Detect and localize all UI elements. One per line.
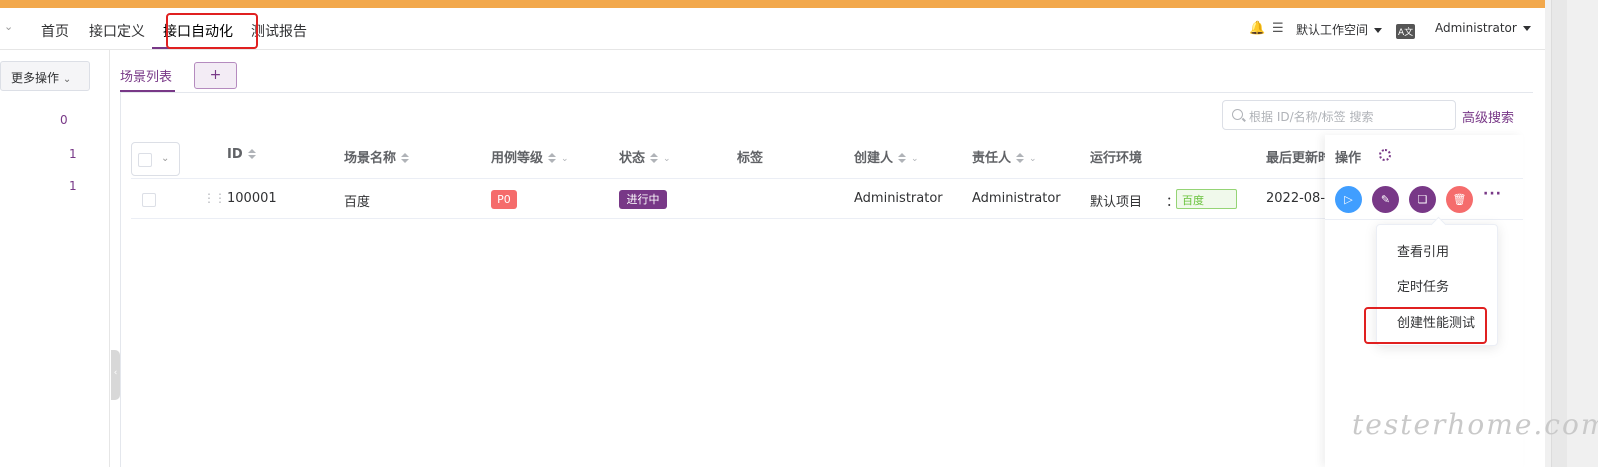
select-all-dropdown[interactable]: ⌄ (131, 142, 180, 176)
chevron-down-icon: ⌄ (161, 153, 170, 164)
right-scrollbar[interactable] (1545, 0, 1598, 467)
bell-icon[interactable]: 🔔 (1249, 21, 1265, 36)
tab-scene-list[interactable]: 场景列表 (120, 66, 172, 85)
cell-env-project: 默认项目 (1090, 195, 1143, 210)
watermark-text: testerhome.com (1352, 408, 1598, 441)
search-placeholder: 根据 ID/名称/标签 搜索 (1249, 110, 1374, 124)
copy-icon: ❏ (1417, 193, 1428, 206)
copy-button[interactable]: ❏ (1409, 186, 1436, 213)
col-header-status: 状态 ⌄ (619, 147, 671, 166)
col-header-creator-label: 创建人 (854, 151, 894, 166)
ops-header-divider (1325, 178, 1523, 179)
table-row-divider (131, 218, 1331, 219)
module-count: 1 (69, 179, 77, 193)
status-badge: 进行中 (619, 190, 667, 209)
col-header-tags: 标签 (737, 151, 764, 166)
play-icon: ▷ (1344, 193, 1353, 206)
workspace-select[interactable]: 默认工作空间 (1296, 21, 1383, 38)
advanced-search-link[interactable]: 高级搜索 (1462, 107, 1514, 126)
edit-icon: ✎ (1380, 193, 1391, 206)
add-tab-button[interactable]: + (194, 62, 237, 89)
nav-test-report[interactable]: 测试报告 (251, 21, 307, 41)
col-header-creator: 创建人 ⌄ (854, 147, 919, 166)
drag-handle-icon[interactable]: ⋮⋮ (203, 191, 226, 205)
top-accent-bar (0, 0, 1545, 8)
col-header-updated: 最后更新时 (1266, 151, 1332, 166)
menu-item-view-references[interactable]: 查看引用 (1397, 241, 1449, 260)
cell-creator: Administrator (854, 191, 943, 206)
col-header-level-label: 用例等级 (491, 151, 544, 166)
scrollbar-thumb[interactable] (1551, 0, 1567, 467)
sidebar-collapse-handle[interactable]: ‹ (111, 350, 120, 400)
highlight-box-nav (166, 13, 258, 49)
tab-divider (120, 92, 1533, 93)
row-checkbox[interactable] (142, 193, 156, 207)
chevron-down-icon: ⌄ (62, 74, 72, 85)
chevron-down-icon[interactable]: ⌄ (4, 20, 13, 33)
table-header-divider (131, 178, 1331, 179)
more-actions-icon[interactable]: ··· (1483, 186, 1502, 202)
col-header-level: 用例等级 ⌄ (491, 147, 569, 166)
workspace-label: 默认工作空间 (1296, 23, 1369, 37)
sort-icon[interactable] (548, 153, 557, 164)
search-icon (1232, 109, 1243, 120)
col-header-env: 运行环境 (1090, 151, 1143, 166)
task-list-icon[interactable]: ☰ (1272, 21, 1284, 36)
cell-id: 100001 (227, 191, 277, 206)
ops-header: 操作 (1335, 151, 1362, 166)
module-count: 0 (60, 113, 68, 127)
cell-owner: Administrator (972, 191, 1061, 206)
col-header-owner: 责任人 ⌄ (972, 147, 1037, 166)
level-badge: P0 (491, 190, 517, 209)
edit-button[interactable]: ✎ (1372, 186, 1399, 213)
col-header-name: 场景名称 (344, 147, 410, 166)
env-tag: 百度 (1176, 189, 1237, 209)
sort-icon[interactable] (401, 153, 410, 164)
sort-icon[interactable] (247, 149, 256, 160)
highlight-box-menu (1364, 307, 1487, 344)
caret-down-icon (1374, 28, 1383, 33)
trash-icon: 🗑 (1452, 193, 1467, 206)
sidebar: 更多操作 ⌄ 0 1 1 (0, 50, 110, 467)
filter-icon[interactable]: ⌄ (911, 154, 919, 164)
filter-icon[interactable]: ⌄ (1029, 154, 1037, 164)
more-operations-button[interactable]: 更多操作 ⌄ (0, 61, 90, 91)
col-header-id-label: ID (227, 147, 243, 162)
filter-icon[interactable]: ⌄ (663, 154, 671, 164)
more-operations-label: 更多操作 (11, 71, 60, 85)
menu-item-scheduled-task[interactable]: 定时任务 (1397, 276, 1449, 295)
run-button[interactable]: ▷ (1335, 186, 1362, 213)
cell-name[interactable]: 百度 (344, 191, 370, 210)
sort-icon[interactable] (650, 153, 659, 164)
main-content: 场景列表 + 根据 ID/名称/标签 搜索 高级搜索 ⌄ ID 场景名称 用例等… (120, 50, 1533, 467)
content-border (120, 93, 121, 467)
col-header-owner-label: 责任人 (972, 151, 1012, 166)
sort-icon[interactable] (898, 153, 907, 164)
caret-down-icon (1522, 26, 1531, 31)
col-header-name-label: 场景名称 (344, 151, 397, 166)
nav-home[interactable]: 首页 (41, 21, 69, 41)
col-header-id: ID (227, 147, 256, 162)
ops-row-divider (1325, 219, 1523, 220)
select-all-checkbox[interactable] (138, 153, 152, 167)
search-input[interactable]: 根据 ID/名称/标签 搜索 (1222, 100, 1456, 130)
cell-updated: 2022-08-1 (1266, 191, 1334, 206)
col-header-status-label: 状态 (619, 151, 646, 166)
module-count: 1 (69, 147, 77, 161)
delete-button[interactable]: 🗑 (1446, 186, 1473, 213)
user-menu[interactable]: Administrator (1435, 21, 1531, 35)
language-icon[interactable]: A文 (1396, 24, 1416, 39)
sort-icon[interactable] (1016, 153, 1025, 164)
nav-api-definition[interactable]: 接口定义 (89, 21, 145, 41)
gear-icon[interactable] (1379, 149, 1391, 161)
filter-icon[interactable]: ⌄ (561, 154, 569, 164)
user-name: Administrator (1435, 21, 1517, 35)
